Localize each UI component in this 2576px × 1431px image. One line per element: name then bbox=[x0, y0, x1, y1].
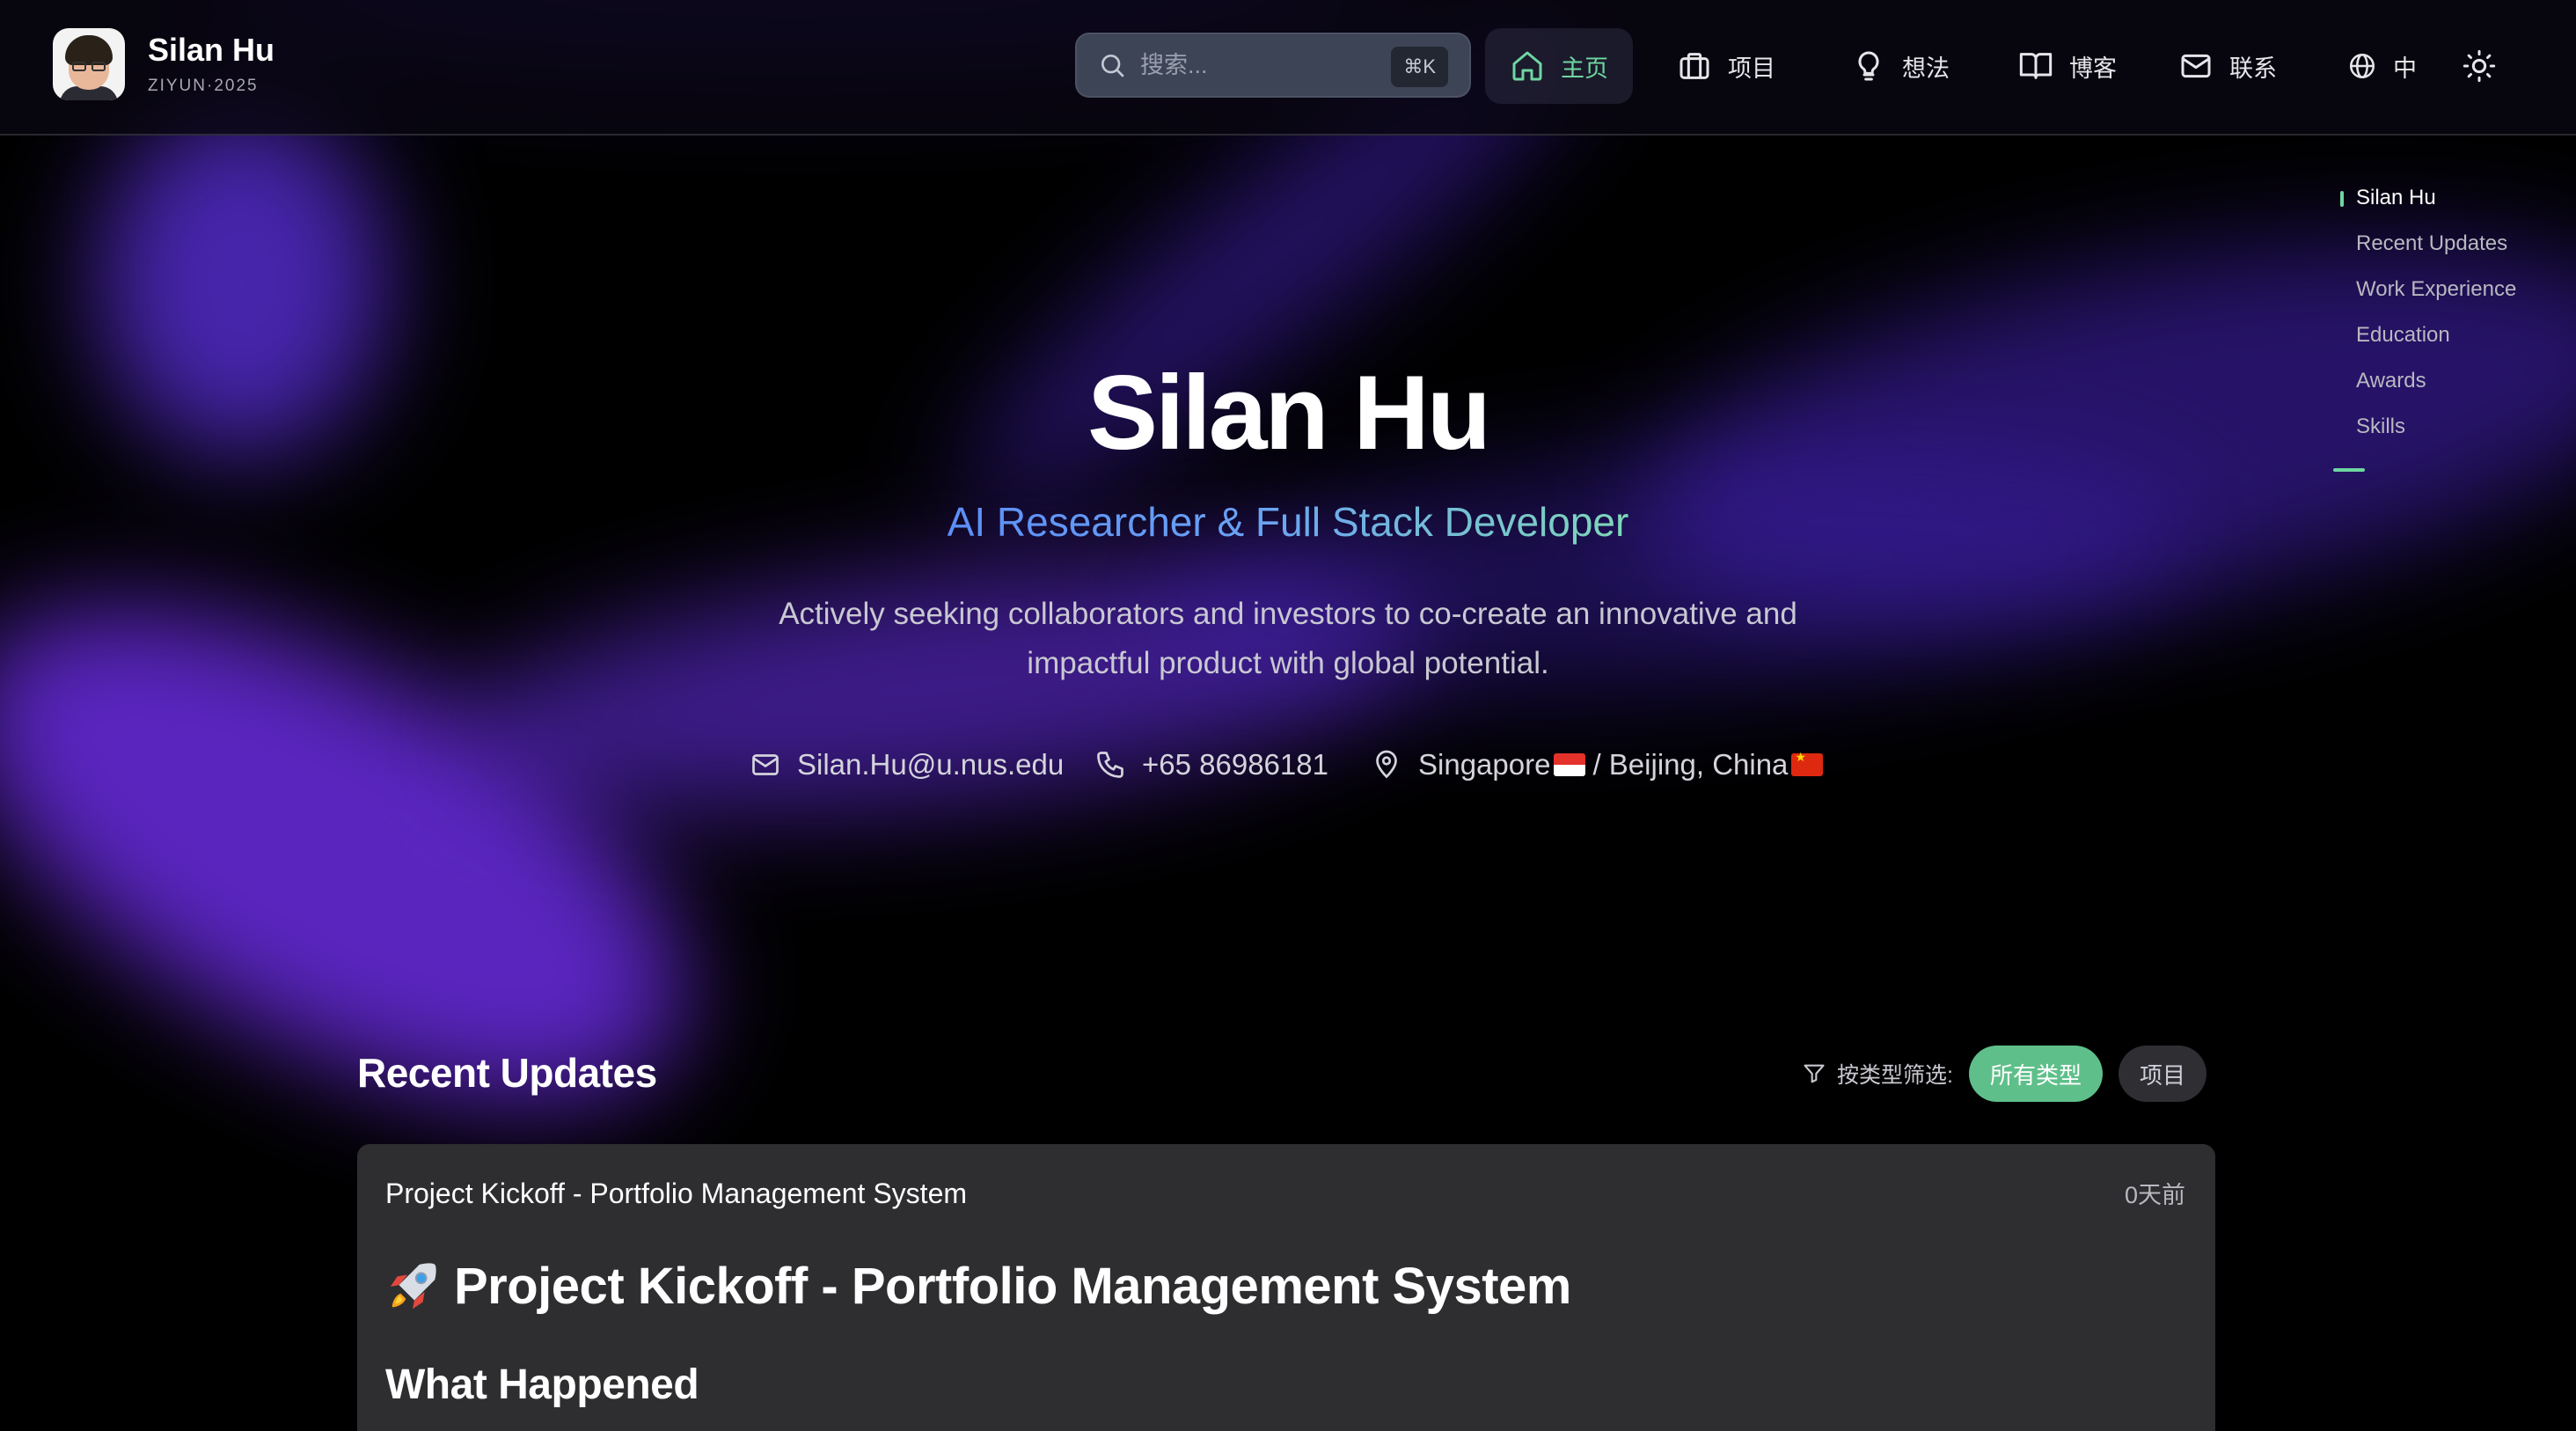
search-box[interactable]: ⌘K bbox=[1075, 33, 1471, 98]
lightbulb-icon bbox=[1858, 51, 1879, 81]
language-label: 中 bbox=[2393, 55, 2417, 82]
singapore-flag-icon bbox=[1554, 753, 1586, 776]
toc-item-work-experience[interactable]: Work Experience bbox=[2340, 272, 2516, 318]
filter-label-text: 按类型筛选: bbox=[1837, 1063, 1953, 1088]
hero-title-text: AI Researcher & Full Stack Developer bbox=[947, 499, 1629, 545]
language-switch[interactable]: 中 bbox=[2323, 28, 2441, 104]
sun-icon bbox=[2463, 49, 2496, 83]
hero-desc-line-1: Actively seeking collaborators and inves… bbox=[779, 597, 1797, 631]
nav-contact[interactable]: 联系 bbox=[2154, 28, 2302, 104]
update-card-heading-text: Project Kickoff - Portfolio Management S… bbox=[454, 1258, 1571, 1315]
shortcut-badge: ⌘K bbox=[1391, 47, 1448, 87]
china-flag-icon bbox=[1791, 750, 1824, 776]
filter-all-types[interactable]: 所有类型 bbox=[1968, 1046, 2103, 1102]
filter-icon bbox=[1804, 1064, 1825, 1083]
contact-phone[interactable]: +65 86986181 bbox=[1094, 748, 1328, 782]
brand[interactable]: Silan Hu ZIYUN·2025 bbox=[53, 28, 274, 100]
brand-name: Silan Hu bbox=[148, 32, 275, 69]
hero-description: Actively seeking collaborators and inves… bbox=[672, 590, 1904, 688]
toc-item-recent-updates[interactable]: Recent Updates bbox=[2340, 226, 2516, 272]
location-beijing: / Beijing, China bbox=[1592, 748, 1789, 781]
recent-updates-heading: Recent Updates bbox=[357, 1050, 657, 1096]
contact-phone-text: +65 86986181 bbox=[1142, 748, 1328, 781]
update-card-title: Project Kickoff - Portfolio Management S… bbox=[385, 1178, 968, 1209]
update-card-subheading: What Happened bbox=[385, 1361, 699, 1408]
update-card-time: 0天前 bbox=[2124, 1182, 2185, 1208]
location-singapore: Singapore bbox=[1418, 748, 1551, 781]
toc-item-silan-hu[interactable]: Silan Hu bbox=[2340, 180, 2516, 226]
nav-blog-label: 博客 bbox=[2069, 55, 2117, 82]
nav-home-label: 主页 bbox=[1561, 55, 1608, 82]
filter-projects[interactable]: 项目 bbox=[2118, 1046, 2206, 1102]
brand-subtitle: ZIYUN·2025 bbox=[148, 76, 259, 95]
update-card[interactable]: Project Kickoff - Portfolio Management S… bbox=[357, 1144, 2215, 1431]
globe-icon bbox=[2349, 53, 2375, 79]
search-input[interactable] bbox=[1140, 51, 1387, 79]
nav-projects-label: 项目 bbox=[1728, 55, 1775, 82]
type-filter: 按类型筛选: 所有类型 项目 bbox=[1802, 1046, 2206, 1102]
contact-row: Silan.Hu@u.nus.edu +65 86986181 Singapor… bbox=[0, 748, 2576, 792]
avatar bbox=[53, 28, 125, 100]
briefcase-icon bbox=[1680, 53, 1709, 79]
rocket-icon bbox=[390, 1262, 436, 1309]
update-card-heading: Project Kickoff - Portfolio Management S… bbox=[385, 1257, 1571, 1316]
search-icon bbox=[1101, 55, 1124, 77]
nav-ideas-label: 想法 bbox=[1902, 55, 1950, 82]
phone-icon bbox=[1097, 752, 1123, 778]
contact-email-text: Silan.Hu@u.nus.edu bbox=[797, 748, 1065, 781]
filter-label: 按类型筛选: bbox=[1802, 1058, 1953, 1090]
home-icon bbox=[1512, 51, 1542, 81]
mail-icon bbox=[752, 754, 779, 775]
nav-contact-label: 联系 bbox=[2229, 55, 2277, 82]
hero-title: AI Researcher & Full Stack Developer bbox=[0, 498, 2576, 546]
mail-icon bbox=[2181, 54, 2211, 78]
map-pin-icon bbox=[1376, 750, 1397, 779]
top-navbar: Silan Hu ZIYUN·2025 ⌘K 主页 项目 想法 博客 联系 中 bbox=[0, 0, 2576, 136]
nav-blog[interactable]: 博客 bbox=[1994, 28, 2141, 104]
book-icon bbox=[2019, 53, 2053, 79]
nav-ideas[interactable]: 想法 bbox=[1826, 28, 1974, 104]
contact-email[interactable]: Silan.Hu@u.nus.edu bbox=[750, 748, 1064, 782]
theme-toggle[interactable] bbox=[2437, 28, 2537, 104]
hero-desc-line-2: impactful product with global potential. bbox=[1027, 646, 1549, 680]
nav-home[interactable]: 主页 bbox=[1485, 28, 1633, 104]
contact-location: Singapore / Beijing, China bbox=[1371, 748, 1830, 782]
nav-projects[interactable]: 项目 bbox=[1652, 28, 1800, 104]
hero-name: Silan Hu bbox=[1087, 354, 1491, 472]
